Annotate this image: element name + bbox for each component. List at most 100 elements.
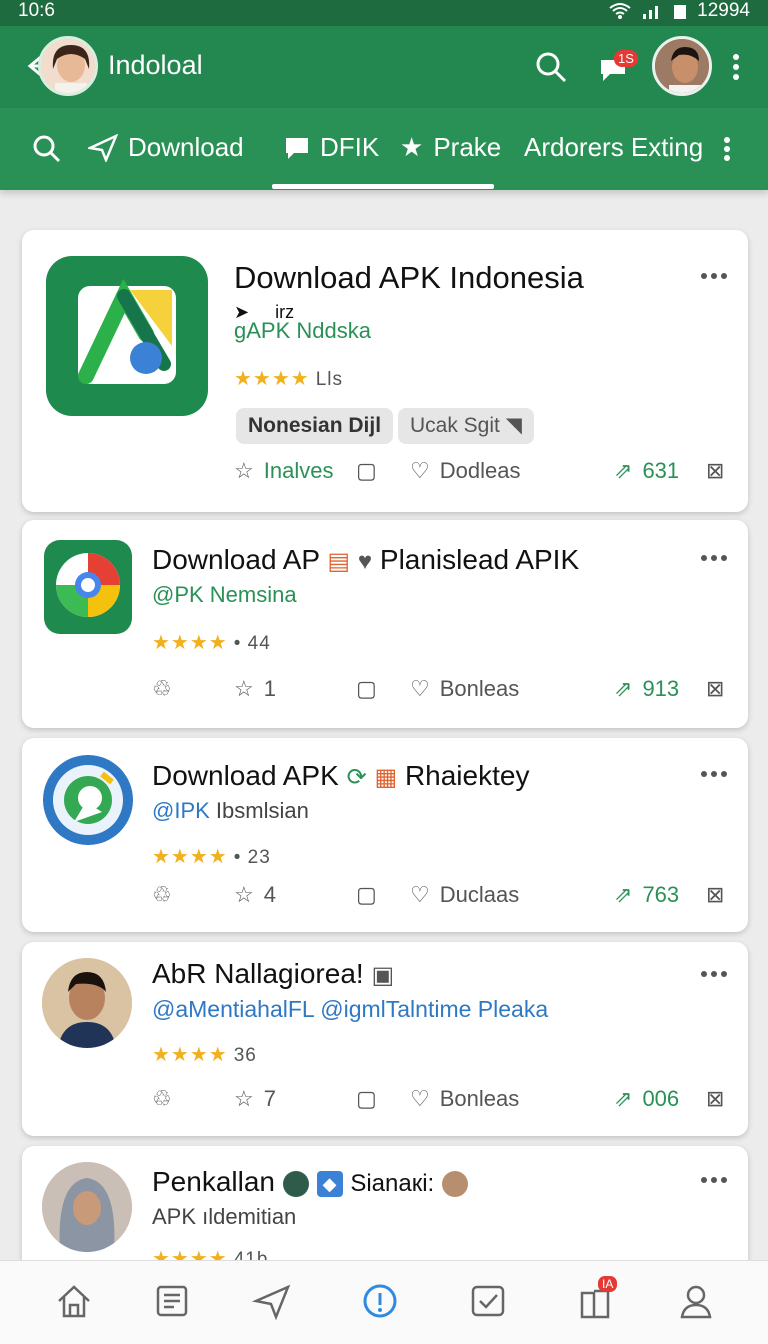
- tab-download[interactable]: Download: [88, 132, 244, 163]
- card-title-text: Download AP: [152, 544, 320, 575]
- comment-icon: ▢: [356, 882, 377, 907]
- favorite-action[interactable]: ♡ Dodleas: [410, 458, 520, 484]
- heart-icon: ♡: [410, 1086, 430, 1111]
- subtitle-handle: @IPK: [152, 798, 210, 823]
- card-title-text: Download APK: [152, 760, 339, 791]
- share-icon: ⇗: [614, 1086, 633, 1111]
- bookmark-action[interactable]: ⊠: [706, 676, 724, 702]
- like-action[interactable]: ♲: [152, 882, 172, 908]
- card-subtitle: @PK Nemsina: [152, 582, 297, 607]
- card-title-extra: Rhaiektey: [404, 760, 530, 791]
- share-action[interactable]: ⇗ 763: [614, 882, 679, 908]
- card-more-icon[interactable]: [700, 270, 728, 282]
- app-bar: Indoloal 1S: [0, 26, 768, 108]
- comment-action[interactable]: ▢: [356, 1086, 377, 1112]
- favorite-action[interactable]: ♡ Bonleas: [410, 1086, 519, 1112]
- tab-label: Download: [128, 132, 244, 162]
- app-card[interactable]: Download APK ⟳ ▦ Rhaiektey @IPK Ibsmlsia…: [22, 738, 748, 932]
- tag-chip[interactable]: Ucak Sgit ◥: [398, 408, 534, 444]
- share-icon: ⇗: [614, 458, 633, 483]
- tab-prake[interactable]: ★ Prake: [400, 132, 501, 163]
- card-more-icon[interactable]: [700, 1174, 728, 1186]
- user-photo: [42, 1162, 132, 1252]
- star-outline-icon: ☆: [234, 1086, 254, 1111]
- share-count: 913: [642, 676, 680, 701]
- info-icon[interactable]: [360, 1281, 400, 1321]
- star-outline-icon: ☆: [234, 882, 254, 907]
- tab-label: Ardorers Exting: [524, 132, 704, 162]
- paper-plane-icon: [88, 133, 118, 162]
- rating-meta: Lls: [315, 369, 344, 390]
- home-icon[interactable]: [54, 1281, 94, 1321]
- checkbox-icon[interactable]: [468, 1281, 508, 1321]
- card-actions: ♲ ☆ 4 ▢ ♡ Duclaas ⇗ 763 ⊠: [22, 882, 748, 922]
- card-subtitle: @IPK Ibsmlsian: [152, 798, 309, 824]
- app-icon: [44, 540, 132, 634]
- app-card[interactable]: Download AP ▤ ♥ Planislead APIK @PK Nems…: [22, 520, 748, 728]
- star-icon: ★: [400, 132, 424, 162]
- tab-dfik[interactable]: DFIK: [284, 132, 379, 163]
- share-count: 631: [642, 458, 680, 483]
- comment-action[interactable]: ▢: [356, 882, 377, 908]
- tab-more-icon[interactable]: [720, 136, 734, 162]
- like-action[interactable]: ♲: [152, 676, 172, 702]
- tab-ardorers-exting[interactable]: Ardorers Exting: [524, 132, 703, 163]
- comment-action[interactable]: ▢: [356, 458, 377, 484]
- comment-icon: ▢: [356, 676, 377, 701]
- card-title: Download APK ⟳ ▦ Rhaiektey: [152, 760, 529, 792]
- profile-avatar[interactable]: [652, 36, 712, 96]
- tag-chip[interactable]: Nonesian Dijl: [236, 408, 394, 444]
- share-action[interactable]: ⇗ 631: [614, 458, 679, 484]
- card-subtitle: gAPK Nddska: [234, 318, 371, 343]
- rating: ★★★★ • 44: [152, 632, 271, 654]
- card-title-text: Penkallan: [152, 1166, 275, 1197]
- card-title-text: AbR Nallagiorea!: [152, 958, 364, 989]
- search-icon[interactable]: [534, 50, 568, 84]
- bookmark-icon: ⊠: [706, 1086, 725, 1111]
- card-more-icon[interactable]: [700, 768, 728, 780]
- card-title: Download APK Indonesia: [234, 260, 584, 295]
- tab-label: DFIK: [320, 132, 380, 162]
- card-more-icon[interactable]: [700, 552, 728, 564]
- bookmark-action[interactable]: ⊠: [706, 1086, 724, 1112]
- card-title-extra: Planislead APIK: [379, 544, 580, 575]
- tab-search-icon[interactable]: [32, 134, 62, 164]
- action-label: Bonleas: [439, 676, 520, 701]
- action-count: 4: [263, 882, 276, 907]
- bookmark-action[interactable]: ⊠: [706, 458, 724, 484]
- card-title: AbR Nallagiorea! ▣: [152, 958, 394, 990]
- like-action[interactable]: ♲: [152, 1086, 172, 1112]
- star-action[interactable]: ☆ 4: [234, 882, 276, 908]
- rating: ★★★★ • 23: [152, 846, 271, 868]
- favorite-action[interactable]: ♡ Bonleas: [410, 676, 519, 702]
- comment-icon: ▢: [356, 1086, 377, 1111]
- share-icon: ⇗: [614, 882, 633, 907]
- favorite-action[interactable]: ♡ Duclaas: [410, 882, 519, 908]
- signal-icon: [643, 6, 659, 19]
- rating-meta: • 23: [233, 847, 271, 868]
- app-card[interactable]: Download APK Indonesia ➤ irz gAPK Nddska …: [22, 230, 748, 512]
- profile-icon[interactable]: [676, 1281, 716, 1321]
- document-icon[interactable]: [152, 1281, 192, 1321]
- grid-icon: ▦: [374, 764, 398, 791]
- star-action[interactable]: ☆ 1: [234, 676, 276, 702]
- comment-action[interactable]: ▢: [356, 676, 377, 702]
- sync-icon: ⟳: [346, 764, 367, 791]
- like-action[interactable]: ☆ Inalves: [234, 458, 333, 484]
- share-count: 763: [642, 882, 680, 907]
- star-action[interactable]: ☆ 7: [234, 1086, 276, 1112]
- bookmark-icon: ⊠: [706, 882, 725, 907]
- user-avatar[interactable]: [38, 36, 98, 96]
- tab-bar: Download DFIK ★ Prake Ardorers Exting: [0, 108, 768, 190]
- app-title: Indoloal: [108, 50, 203, 80]
- card-more-icon[interactable]: [700, 968, 728, 980]
- notification-badge: 1S: [614, 50, 638, 67]
- share-action[interactable]: ⇗ 006: [614, 1086, 679, 1112]
- bookmark-action[interactable]: ⊠: [706, 882, 724, 908]
- heart-icon: ♡: [410, 882, 430, 907]
- star-outline-icon: ☆: [234, 458, 254, 483]
- app-card[interactable]: AbR Nallagiorea! ▣ @aMentiahalFL @igmlTa…: [22, 942, 748, 1136]
- more-options-icon[interactable]: [726, 50, 746, 84]
- share-action[interactable]: ⇗ 913: [614, 676, 679, 702]
- send-icon[interactable]: [252, 1281, 292, 1321]
